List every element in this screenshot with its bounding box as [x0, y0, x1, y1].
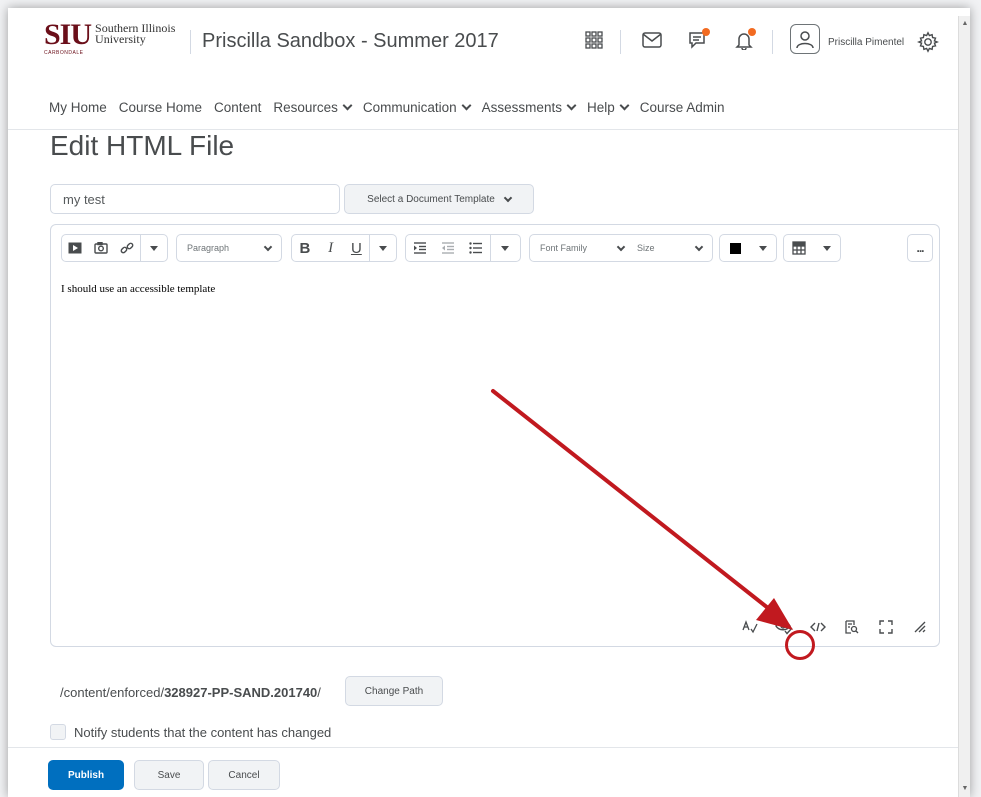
notification-dot — [748, 28, 756, 36]
course-title[interactable]: Priscilla Sandbox - Summer 2017 — [202, 30, 499, 53]
content-path: /content/enforced/328927-PP-SAND.201740/ — [60, 685, 321, 700]
nav-course-admin[interactable]: Course Admin — [640, 100, 725, 115]
color-dropdown[interactable] — [750, 235, 776, 261]
underline-button[interactable]: U — [344, 235, 370, 261]
title-input[interactable] — [50, 184, 340, 214]
nav-help[interactable]: Help — [587, 100, 630, 115]
html-editor: Paragraph B I U Font Family Size ... I s… — [50, 224, 940, 647]
header-divider — [190, 30, 191, 54]
logo-text: Southern Illinois University — [95, 21, 176, 46]
table-dropdown[interactable] — [814, 235, 840, 261]
italic-button[interactable]: I — [318, 235, 344, 261]
outdent-icon[interactable] — [434, 235, 462, 261]
mail-icon[interactable] — [638, 26, 666, 54]
header-divider — [772, 30, 773, 54]
logo-subtitle: CARBONDALE — [44, 50, 84, 56]
notify-label[interactable]: Notify students that the content has cha… — [74, 725, 331, 740]
chevron-down-icon — [616, 242, 626, 252]
source-code-icon[interactable] — [809, 618, 827, 636]
table-group — [783, 234, 841, 262]
color-swatch — [729, 242, 741, 254]
text-style-group: B I U — [291, 234, 397, 262]
caret-down-icon — [823, 245, 831, 251]
nav-course-home[interactable]: Course Home — [119, 100, 202, 115]
chevron-down-icon — [566, 100, 577, 111]
chevron-down-icon — [263, 242, 273, 252]
nav-content[interactable]: Content — [214, 100, 261, 115]
insert-more-dropdown[interactable] — [141, 235, 167, 261]
insert-group — [61, 234, 168, 262]
insert-media-icon[interactable] — [62, 235, 88, 261]
chevron-down-icon — [503, 193, 513, 202]
chevron-down-icon — [461, 100, 472, 111]
caret-down-icon — [759, 245, 767, 251]
nav-my-home[interactable]: My Home — [49, 100, 107, 115]
university-logo[interactable]: SIU Southern Illinois University CARBOND… — [44, 18, 176, 57]
logo-mark: SIU — [44, 18, 92, 51]
resize-handle-icon[interactable] — [911, 618, 929, 636]
nav-assessments[interactable]: Assessments — [482, 100, 577, 115]
chevron-down-icon — [694, 242, 704, 252]
user-avatar[interactable] — [790, 24, 820, 54]
nav-resources[interactable]: Resources — [273, 100, 353, 115]
paragraph-more-dropdown[interactable] — [491, 235, 519, 261]
insert-link-icon[interactable] — [114, 235, 140, 261]
notification-dot — [702, 28, 710, 36]
chat-icon[interactable] — [684, 26, 712, 54]
user-name[interactable]: Priscilla Pimentel — [828, 37, 904, 48]
preview-icon[interactable] — [843, 618, 861, 636]
fullscreen-icon[interactable] — [877, 618, 895, 636]
table-icon[interactable] — [784, 235, 814, 261]
color-group — [719, 234, 777, 262]
notify-checkbox[interactable] — [50, 724, 66, 740]
bold-button[interactable]: B — [292, 235, 318, 261]
paragraph-group — [405, 234, 521, 262]
font-size-select[interactable]: Size — [627, 234, 713, 262]
bell-icon[interactable] — [730, 26, 758, 54]
course-navbar: My Home Course Home Content Resources Co… — [8, 86, 970, 130]
editor-content[interactable]: I should use an accessible template — [61, 283, 215, 295]
header-divider — [620, 30, 621, 54]
publish-button[interactable]: Publish — [48, 760, 124, 790]
insert-image-icon[interactable] — [88, 235, 114, 261]
editor-toolbar: Paragraph B I U Font Family Size ... — [51, 225, 939, 271]
notify-row: Notify students that the content has cha… — [50, 724, 331, 740]
chevron-down-icon — [619, 100, 630, 111]
text-color-button[interactable] — [720, 235, 750, 261]
style-more-dropdown[interactable] — [370, 235, 396, 261]
page-title: Edit HTML File — [50, 130, 235, 161]
caret-down-icon — [379, 245, 388, 251]
select-template-button[interactable]: Select a Document Template — [344, 184, 534, 214]
cancel-button[interactable]: Cancel — [208, 760, 280, 790]
editor-status-bar — [741, 618, 929, 636]
header: SIU Southern Illinois University CARBOND… — [8, 8, 970, 76]
footer-actions: Publish Save Cancel — [8, 747, 970, 797]
font-family-select[interactable]: Font Family — [529, 234, 635, 262]
app-window: SIU Southern Illinois University CARBOND… — [8, 8, 970, 797]
page-scrollbar[interactable]: ▲ ▼ — [958, 16, 970, 797]
user-icon — [796, 31, 814, 49]
indent-icon[interactable] — [406, 235, 434, 261]
bullet-list-icon[interactable] — [462, 235, 490, 261]
caret-down-icon — [150, 245, 158, 251]
caret-down-icon — [501, 245, 509, 251]
annotation-highlight-circle — [785, 630, 815, 660]
nav-communication[interactable]: Communication — [363, 100, 472, 115]
scroll-down-icon[interactable]: ▼ — [961, 785, 969, 793]
save-button[interactable]: Save — [134, 760, 204, 790]
scroll-up-icon[interactable]: ▲ — [961, 20, 969, 28]
spellcheck-icon[interactable] — [741, 618, 759, 636]
grid-icon[interactable] — [580, 26, 608, 54]
change-path-button[interactable]: Change Path — [345, 676, 443, 706]
more-options-button[interactable]: ... — [907, 234, 933, 262]
format-select[interactable]: Paragraph — [176, 234, 282, 262]
chevron-down-icon — [342, 100, 353, 111]
gear-icon[interactable] — [914, 28, 942, 56]
